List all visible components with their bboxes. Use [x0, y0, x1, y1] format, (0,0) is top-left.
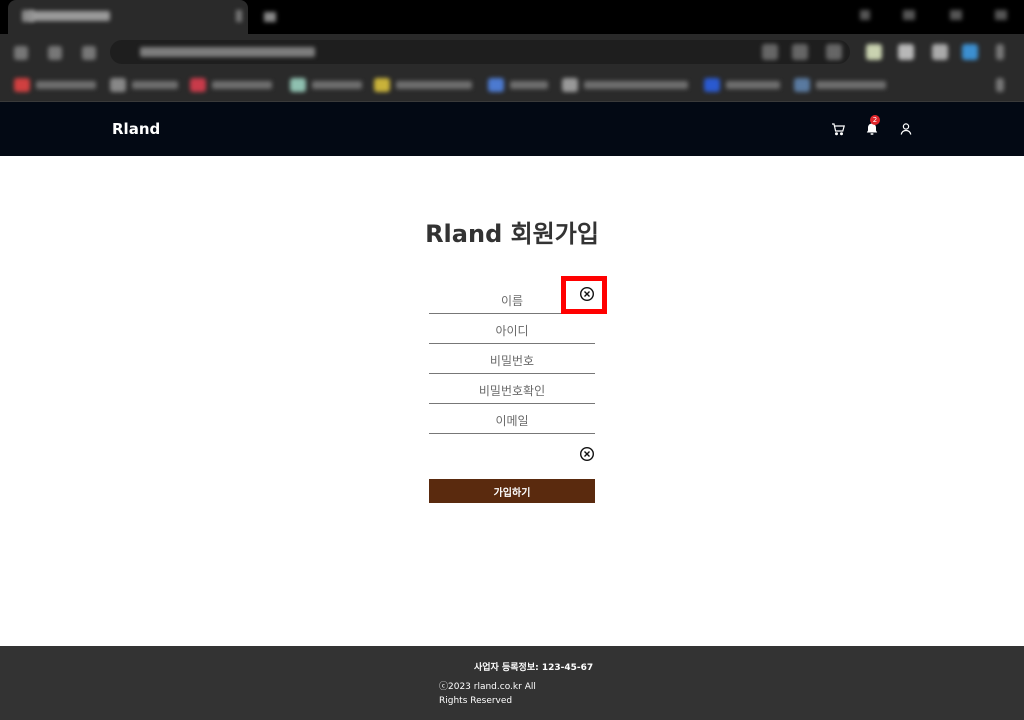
bookmark-item[interactable]	[290, 78, 366, 92]
id-field	[429, 314, 595, 344]
business-info: 사업자 등록정보: 123-45-67	[474, 663, 594, 673]
extension-icon[interactable]	[898, 44, 914, 60]
new-tab-icon[interactable]	[264, 12, 276, 22]
signup-page: Rland 회원가입 가입하기	[0, 156, 1024, 646]
user-icon[interactable]	[898, 121, 914, 137]
bookmark-item[interactable]	[562, 78, 692, 92]
cart-icon[interactable]	[830, 121, 846, 137]
site-logo[interactable]: Rland	[112, 120, 160, 138]
extension-icon[interactable]	[762, 44, 778, 60]
window-menu-icon[interactable]	[860, 10, 870, 20]
copyright: ⓒ2023 rland.co.kr All Rights Reserved	[439, 682, 536, 706]
bookmarks-overflow-icon[interactable]	[996, 78, 1006, 92]
notification-badge: 2	[870, 115, 880, 125]
site-header: Rland 2	[0, 102, 1024, 156]
bookmark-item[interactable]	[374, 78, 478, 92]
back-icon[interactable]	[14, 46, 28, 60]
bookmark-item[interactable]	[110, 78, 180, 92]
browser-toolbar	[0, 34, 1024, 70]
maximize-icon[interactable]	[950, 10, 962, 20]
browser-tab-active[interactable]	[8, 0, 248, 34]
circle-x-icon[interactable]	[579, 286, 595, 302]
password-field	[429, 344, 595, 374]
minimize-icon[interactable]	[903, 10, 915, 20]
bookmark-item[interactable]	[190, 78, 280, 92]
close-window-icon[interactable]	[995, 10, 1007, 20]
bookmark-item[interactable]	[794, 78, 894, 92]
password-confirm-input[interactable]	[429, 374, 595, 403]
bookmark-item[interactable]	[704, 78, 784, 92]
signup-submit-button[interactable]: 가입하기	[429, 479, 595, 503]
password-confirm-field	[429, 374, 595, 404]
bookmark-item[interactable]	[488, 78, 552, 92]
extension-icon[interactable]	[826, 44, 842, 60]
bookmark-item[interactable]	[14, 78, 98, 92]
extension-icon[interactable]	[792, 44, 808, 60]
extension-icon[interactable]	[866, 44, 882, 60]
address-text	[140, 47, 315, 57]
forward-icon[interactable]	[48, 46, 62, 60]
browser-tab-strip	[0, 0, 1024, 34]
site-footer: 사업자 등록정보: 123-45-67 ⓒ2023 rland.co.kr Al…	[0, 646, 1024, 720]
reload-icon[interactable]	[82, 46, 96, 60]
bookmarks-bar	[0, 70, 1024, 102]
circle-x-icon[interactable]	[579, 446, 595, 462]
email-field	[429, 404, 595, 434]
tab-close-icon[interactable]	[236, 10, 242, 22]
browser-menu-icon[interactable]	[996, 44, 1004, 60]
tab-title	[30, 11, 110, 21]
profile-icon[interactable]	[962, 44, 978, 60]
id-input[interactable]	[429, 314, 595, 343]
password-input[interactable]	[429, 344, 595, 373]
extension-icon[interactable]	[932, 44, 948, 60]
page-title: Rland 회원가입	[425, 220, 599, 248]
email-input[interactable]	[429, 404, 595, 433]
